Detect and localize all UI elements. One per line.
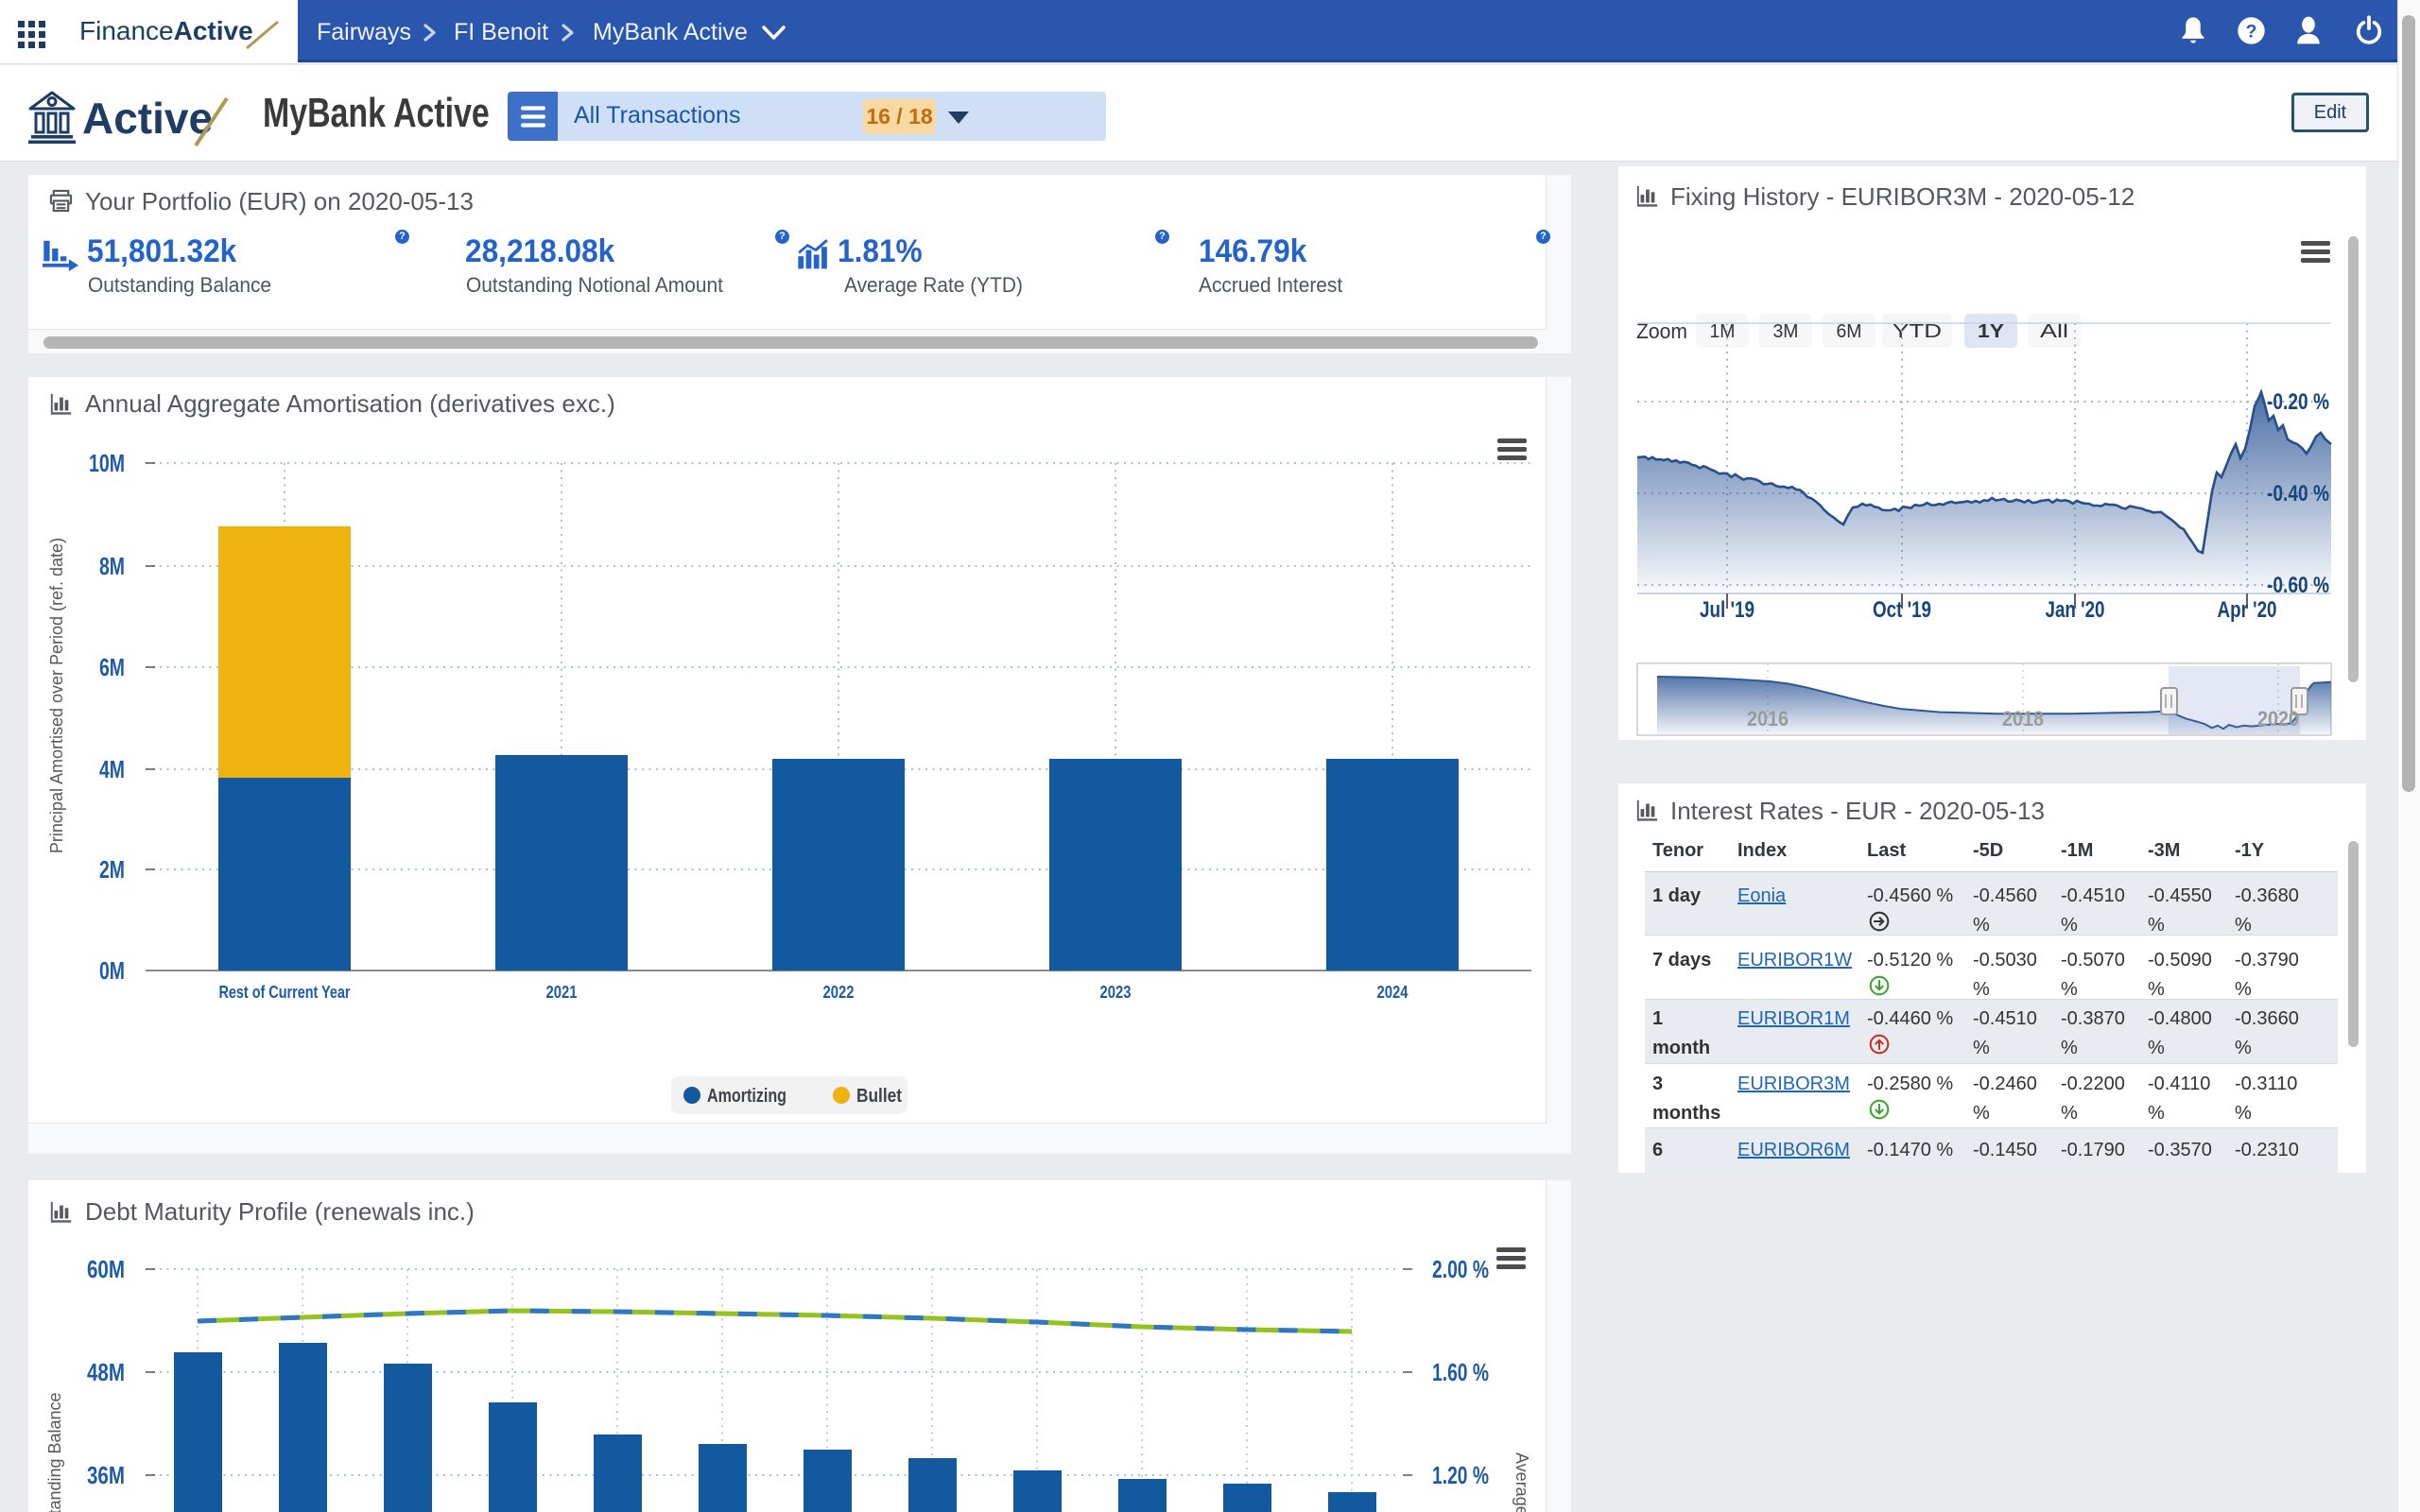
svg-text:6M: 6M	[1837, 321, 1862, 342]
svg-text:Outstanding Balance: Outstanding Balance	[45, 1392, 64, 1512]
svg-text:8M: 8M	[99, 552, 125, 580]
svg-text:1M: 1M	[1710, 321, 1736, 342]
svg-text:YTD: YTD	[1893, 321, 1942, 342]
svg-text:2M: 2M	[99, 855, 125, 884]
svg-text:?: ?	[2246, 22, 2257, 43]
svg-text:Jan '20: Jan '20	[2046, 597, 2105, 623]
svg-text:Principal Amortised over Perio: Principal Amortised over Period (ref. da…	[47, 538, 66, 853]
svg-text:60M: 60M	[87, 1255, 125, 1283]
svg-text:Bullet: Bullet	[856, 1086, 902, 1107]
svg-text:2023: 2023	[1100, 983, 1132, 1002]
svg-text:2021: 2021	[546, 983, 578, 1002]
svg-text:-0.20 %: -0.20 %	[2267, 389, 2329, 415]
svg-text:2018: 2018	[2002, 707, 2044, 730]
svg-text:-0.40 %: -0.40 %	[2267, 481, 2329, 507]
svg-text:1.20 %: 1.20 %	[1432, 1461, 1489, 1489]
svg-text:Oct '19: Oct '19	[1873, 597, 1931, 623]
svg-text:4M: 4M	[99, 755, 125, 783]
svg-text:3M: 3M	[1773, 321, 1799, 342]
svg-text:1.60 %: 1.60 %	[1432, 1358, 1489, 1386]
svg-text:-0.60 %: -0.60 %	[2267, 573, 2329, 598]
svg-text:Average Rate: Average Rate	[1512, 1452, 1531, 1512]
svg-text:48M: 48M	[87, 1358, 125, 1386]
svg-text:Jul '19: Jul '19	[1700, 597, 1754, 623]
svg-text:2022: 2022	[823, 983, 855, 1002]
svg-text:Rest of Current Year: Rest of Current Year	[219, 983, 351, 1002]
svg-text:2024: 2024	[1377, 983, 1409, 1002]
svg-text:36M: 36M	[87, 1461, 125, 1489]
svg-text:0M: 0M	[99, 956, 125, 985]
svg-text:2.00 %: 2.00 %	[1432, 1255, 1489, 1283]
svg-text:1Y: 1Y	[1978, 321, 2005, 342]
svg-text:All: All	[2040, 321, 2068, 342]
svg-text:2020: 2020	[2257, 707, 2299, 730]
svg-text:Amortizing: Amortizing	[707, 1086, 786, 1107]
svg-text:10M: 10M	[89, 449, 125, 477]
svg-text:2016: 2016	[1747, 707, 1789, 730]
svg-text:6M: 6M	[99, 653, 125, 681]
svg-text:Apr '20: Apr '20	[2218, 597, 2277, 623]
